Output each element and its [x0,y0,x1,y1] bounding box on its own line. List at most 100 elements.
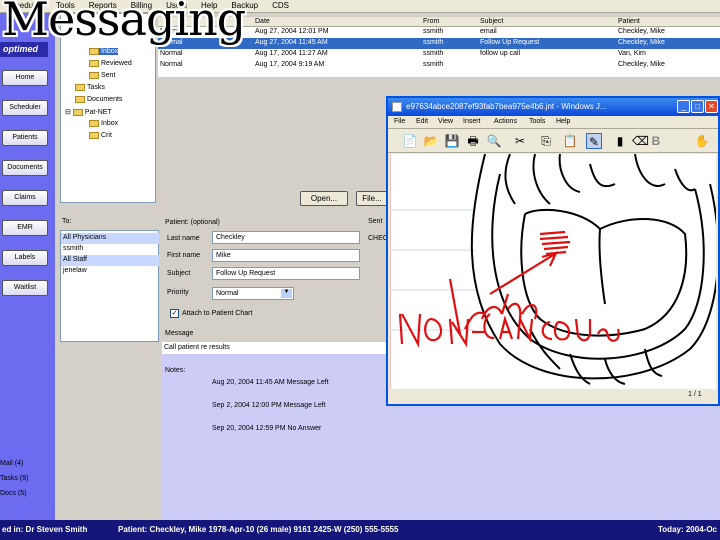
journal-menu-file[interactable]: File [394,118,405,125]
eraser-icon[interactable]: ⌫ [632,133,649,149]
recipient-list[interactable]: All Physicians ssmith All Staff jenelaw [60,230,159,342]
expand-icon[interactable]: ⊟ [65,108,71,116]
journal-annotation-lesion: lesion [430,278,433,280]
checkbox-checked-icon[interactable]: ✓ [170,309,179,318]
mouth-drawing: lesion NON-CANCEROUS [390,154,716,389]
attach-chart-option[interactable]: ✓ Attach to Patient Chart [170,309,252,318]
subject-field[interactable]: Follow Up Request [212,267,360,280]
journal-menu-edit[interactable]: Edit [416,118,428,125]
journal-menu-actions[interactable]: Actions [494,118,517,125]
sidebar-home-button[interactable]: Home [2,70,48,86]
column-header-subject[interactable]: Subject [480,18,503,25]
sidebar-labels-button[interactable]: Labels [2,250,48,266]
patient-label: Patient: (optional) [165,219,220,226]
tree-item-patnet[interactable]: ⊟ Pat-NET [65,108,112,116]
message-text[interactable]: Call patient re results [162,342,387,354]
last-name-field[interactable]: Checkley [212,231,360,244]
journal-menu-view[interactable]: View [438,118,453,125]
last-name-label: Last name [167,235,200,242]
open-button[interactable]: Open... [300,191,348,206]
first-name-label: First name [167,252,201,259]
folder-icon [89,132,99,139]
highlighter-icon[interactable]: ▮ [612,133,628,149]
table-row[interactable]: Normal Aug 17, 2004 11:27 AM ssmith foll… [158,49,720,60]
open-folder-icon[interactable]: 📂 [423,133,439,149]
to-label: To: [62,218,72,225]
chevron-down-icon[interactable]: ▼ [281,289,292,298]
sent-value: CHEC [368,235,388,242]
list-item[interactable]: ssmith [61,244,159,255]
journal-menu-help[interactable]: Help [556,118,570,125]
column-header-date[interactable]: Date [255,18,270,25]
list-item[interactable]: jenelaw [61,266,159,277]
print-icon[interactable]: 🖶 [465,133,481,149]
priority-label: Priority [167,289,189,296]
note-entry: Sep 20, 2004 12:59 PM No Answer [212,425,322,432]
tree-item-crit[interactable]: Crit [89,132,112,139]
copy-icon[interactable]: ⎘ [538,133,554,149]
sidebar-scheduler-button[interactable]: Scheduler [2,100,48,116]
mail-count[interactable]: Mail (4) [0,460,23,467]
notes-label: Notes: [165,367,186,374]
journal-annotation-noncancerous: NON-CANCEROUS [394,374,403,377]
journal-title-bar[interactable]: e97634abce2087ef93fab7bea975e4b6.jnt - W… [388,98,718,116]
priority-value: Normal [216,290,239,297]
tree-item-documents[interactable]: Documents [75,96,122,103]
tree-item-inbox[interactable]: Inbox [89,48,119,55]
paste-icon[interactable]: 📋 [562,133,578,149]
journal-title: e97634abce2087ef93fab7bea975e4b6.jnt - W… [406,102,607,111]
journal-status-bar: 1 / 1 [388,389,718,404]
tree-item-patnet-inbox[interactable]: Inbox [89,120,118,127]
folder-icon [89,60,99,67]
sidebar: Home Scheduler Patients Documents Claims… [0,13,55,520]
logged-in-user: ed in: Dr Steven Smith [2,525,88,534]
hand-icon[interactable]: ✋ [694,133,710,149]
folder-icon [72,108,83,116]
journal-page[interactable]: lesion NON-CANCEROUS [390,154,716,389]
journal-menu-tools[interactable]: Tools [529,118,545,125]
pen-icon[interactable]: ✎ [586,133,602,149]
slide-title: Messaging [2,0,246,46]
new-page-icon[interactable]: 📄 [402,133,418,149]
tree-item-tasks[interactable]: Tasks [75,84,105,91]
message-label: Message [165,330,194,337]
close-icon[interactable]: ✕ [705,100,718,113]
maximize-icon[interactable]: □ [691,100,704,113]
minimize-icon[interactable]: _ [677,100,690,113]
note-entry: Sep 2, 2004 12:00 PM Message Left [212,402,326,409]
sidebar-documents-button[interactable]: Documents [2,160,48,176]
folder-icon [89,72,99,79]
note-entry: Aug 20, 2004 11:45 AM Message Left [212,379,329,386]
sidebar-waitlist-button[interactable]: Waitlist [2,280,48,296]
page-indicator: 1 / 1 [688,391,702,398]
sidebar-claims-button[interactable]: Claims [2,190,48,206]
menu-cds[interactable]: CDS [266,0,297,12]
list-item[interactable]: All Staff [61,255,159,266]
file-button[interactable]: File... [356,191,388,206]
folder-icon [75,84,85,91]
sidebar-patients-button[interactable]: Patients [2,130,48,146]
column-header-from[interactable]: From [423,18,439,25]
bold-icon[interactable]: B [648,133,664,149]
sidebar-emr-button[interactable]: EMR [2,220,48,236]
journal-window[interactable]: e97634abce2087ef93fab7bea975e4b6.jnt - W… [386,96,720,406]
today-date: Today: 2004-Oc [658,525,717,534]
tasks-count[interactable]: Tasks (9) [0,475,28,482]
journal-app-icon [392,102,402,112]
list-item[interactable]: All Physicians [61,233,159,244]
column-header-patient[interactable]: Patient [618,18,640,25]
table-row[interactable]: Normal Aug 17, 2004 9:19 AM ssmith Check… [158,60,720,71]
journal-menu-insert[interactable]: Insert [463,118,481,125]
sent-label: Sent [368,218,383,225]
first-name-field[interactable]: Mike [212,249,360,262]
folder-icon [89,120,99,127]
folder-icon [75,96,85,103]
save-icon[interactable]: 💾 [444,133,460,149]
tree-item-reviewed[interactable]: Reviewed [89,60,132,67]
tree-item-sent[interactable]: Sent [89,72,115,79]
search-icon[interactable]: 🔍 [486,133,502,149]
docs-count[interactable]: Docs (5) [0,490,26,497]
priority-select[interactable]: Normal ▼ [212,287,294,300]
cut-icon[interactable]: ✂ [512,133,528,149]
folder-icon [89,48,99,55]
